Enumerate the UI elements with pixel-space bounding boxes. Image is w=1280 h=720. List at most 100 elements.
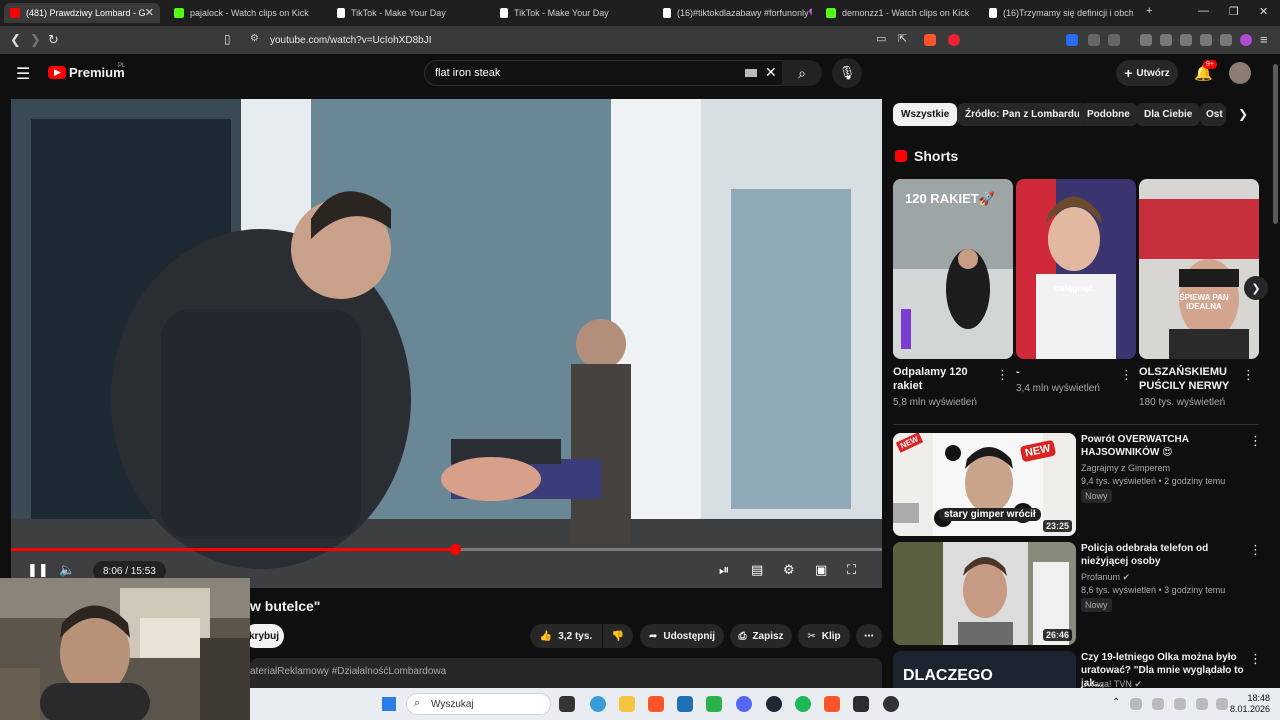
chips-next-icon[interactable]: ❯	[1238, 107, 1248, 121]
more-actions-button[interactable]: ⋯	[856, 624, 882, 648]
app-window-icon[interactable]	[853, 696, 869, 712]
brave-shields-icon[interactable]	[924, 34, 936, 46]
chip-source[interactable]: Źródło: Pan z Lombardu	[957, 103, 1088, 126]
rewards-icon[interactable]	[948, 34, 960, 46]
create-button[interactable]: + Utwórz	[1116, 60, 1178, 86]
save-button[interactable]: ⎙ Zapisz	[730, 624, 792, 648]
video-thumbnail[interactable]: DLACZEGO	[893, 651, 1076, 688]
sidebar-icon[interactable]	[1160, 34, 1172, 46]
reload-icon[interactable]: ↻	[48, 32, 59, 48]
autoplay-toggle[interactable]: ⏯	[719, 562, 729, 578]
search-input[interactable]: flat iron steak ✕	[424, 60, 790, 86]
store-icon[interactable]	[677, 696, 693, 712]
related-video[interactable]: DLACZEGO Czy 19-letniego Olka można było…	[893, 651, 1273, 688]
wallet-icon[interactable]	[1180, 34, 1192, 46]
brave-browser-icon[interactable]	[648, 696, 664, 712]
browser-tab-kick-demonzz[interactable]: demonzz1 - Watch clips on Kick	[820, 3, 975, 23]
short-item[interactable]: ŚPIEWA PAN IDEALNA OLSZAŃSKIEMU PUŚCILY …	[1139, 179, 1259, 408]
chip-for-you[interactable]: Dla Ciebie	[1136, 103, 1201, 126]
avatar[interactable]	[1229, 62, 1251, 84]
cast-icon[interactable]: ▭	[876, 32, 886, 45]
task-view-icon[interactable]	[559, 696, 575, 712]
profile-icon[interactable]	[1240, 34, 1252, 46]
spotify-icon[interactable]	[795, 696, 811, 712]
file-explorer-icon[interactable]	[619, 696, 635, 712]
miniplayer-icon[interactable]: ▣	[815, 562, 827, 578]
tray-app-icon[interactable]	[1152, 698, 1164, 710]
steam-icon[interactable]	[766, 696, 782, 712]
shorts-next-button[interactable]: ❯	[1244, 276, 1268, 300]
short-title[interactable]: OLSZAŃSKIEMU PUŚCILY NERWY I...	[1139, 365, 1239, 393]
browser-tab-tiktok-4[interactable]: (16)Trzymamy się definicji i obchodz	[983, 3, 1133, 23]
browser-tab-kick-pajalock[interactable]: pajalock - Watch clips on Kick	[168, 3, 323, 23]
video-title[interactable]: Policja odebrała telefon od nieżyjącej o…	[1081, 542, 1251, 568]
short-item[interactable]: 120 RAKIET🚀 Odpalamy 120 rakiet jednocze…	[893, 179, 1013, 408]
brave-window-icon[interactable]	[824, 696, 840, 712]
taskbar-clock[interactable]: 18:48 8.01.2026	[1230, 693, 1270, 715]
media-icon[interactable]	[1140, 34, 1152, 46]
close-tab-icon[interactable]: ✕	[145, 6, 154, 19]
hamburger-menu-icon[interactable]: ☰	[16, 64, 30, 84]
dislike-button[interactable]: 👎	[603, 624, 633, 648]
short-item[interactable]: osiągnąć - 3,4 mln wyświetleń	[1016, 179, 1136, 394]
microphone-tray-icon[interactable]	[1174, 698, 1186, 710]
youtube-logo-icon[interactable]: ▶	[48, 66, 66, 79]
settings-gear-icon[interactable]: ⚙	[783, 562, 795, 578]
tray-chevron-icon[interactable]: ⌃	[1112, 697, 1120, 708]
video-thumbnail[interactable]: 26:46	[893, 542, 1076, 645]
windows-start-icon[interactable]	[382, 697, 396, 711]
short-title[interactable]: -	[1016, 365, 1116, 379]
new-tab-button[interactable]: +	[1146, 5, 1152, 17]
keyboard-icon[interactable]	[745, 69, 757, 77]
clip-button[interactable]: ✂ Klip	[798, 624, 850, 648]
close-window-icon[interactable]: ✕	[1259, 5, 1268, 18]
discord-icon[interactable]	[736, 696, 752, 712]
share-button[interactable]: ➦ Udostępnij	[640, 624, 724, 648]
subscribe-button[interactable]: krybuj	[244, 624, 284, 648]
pause-icon[interactable]: ❚❚	[27, 562, 49, 578]
url-field[interactable]: ⚙ youtube.com/watch?v=UcIohXD8bJI	[244, 30, 864, 50]
short-menu-icon[interactable]: ⋮	[1120, 367, 1133, 383]
site-info-icon[interactable]: ⚙	[250, 33, 259, 44]
share-page-icon[interactable]: ⇱	[898, 32, 907, 45]
chip-all[interactable]: Wszystkie	[893, 103, 958, 126]
minimize-icon[interactable]: —	[1198, 5, 1209, 17]
browser-tab-tiktok-2[interactable]: TikTok - Make Your Day	[494, 3, 649, 23]
chip-recent[interactable]: Ost	[1200, 103, 1226, 126]
vpn-icon[interactable]	[1220, 34, 1232, 46]
short-menu-icon[interactable]: ⋮	[996, 367, 1009, 383]
scrollbar-thumb[interactable]	[1273, 64, 1278, 224]
logo-text[interactable]: Premium	[69, 65, 125, 80]
obs-icon[interactable]	[883, 696, 899, 712]
volume-tray-icon[interactable]	[1216, 698, 1228, 710]
short-thumbnail[interactable]: ŚPIEWA PAN IDEALNA	[1139, 179, 1259, 359]
description-hashtags[interactable]: ateriałReklamowy #DziałalnośćLombardowa	[250, 666, 446, 677]
progress-bar[interactable]	[11, 544, 882, 555]
short-menu-icon[interactable]: ⋮	[1242, 367, 1255, 383]
chip-similar[interactable]: Podobne	[1079, 103, 1138, 126]
page-scrollbar[interactable]	[1271, 54, 1280, 688]
clear-search-icon[interactable]: ✕	[765, 64, 777, 81]
leo-icon[interactable]	[1200, 34, 1212, 46]
related-video[interactable]: 26:46 Policja odebrała telefon od nieżyj…	[893, 542, 1273, 646]
subtitles-icon[interactable]: ▤	[751, 562, 763, 578]
video-title[interactable]: Powrót OVERWATCHA HAJSOWNIKÓW 😍	[1081, 433, 1251, 459]
video-menu-icon[interactable]: ⋮	[1249, 542, 1262, 558]
taskbar-search-input[interactable]: ⌕ Wyszukaj	[406, 693, 551, 715]
fullscreen-icon[interactable]: ⛶	[847, 562, 856, 578]
xbox-icon[interactable]	[706, 696, 722, 712]
extension-new-icon[interactable]	[1066, 34, 1078, 46]
back-icon[interactable]: ❮	[10, 32, 21, 48]
short-thumbnail[interactable]: 120 RAKIET🚀	[893, 179, 1013, 359]
menu-icon[interactable]: ≡	[1260, 32, 1268, 47]
short-title[interactable]: Odpalamy 120 rakiet jednocześni...	[893, 365, 993, 393]
copilot-icon[interactable]	[590, 696, 606, 712]
browser-tab-youtube[interactable]: (481) Prawdziwy Lombard - G ✕	[4, 3, 160, 23]
restore-icon[interactable]: ❐	[1229, 5, 1239, 18]
network-icon[interactable]	[1196, 698, 1208, 710]
browser-tab-tiktok-1[interactable]: TikTok - Make Your Day	[331, 3, 486, 23]
channel-name[interactable]: Profanum ✔	[1081, 572, 1130, 583]
video-menu-icon[interactable]: ⋮	[1249, 433, 1262, 449]
voice-search-button[interactable]: 🎙	[832, 58, 862, 88]
forward-icon[interactable]: ❯	[30, 32, 41, 48]
